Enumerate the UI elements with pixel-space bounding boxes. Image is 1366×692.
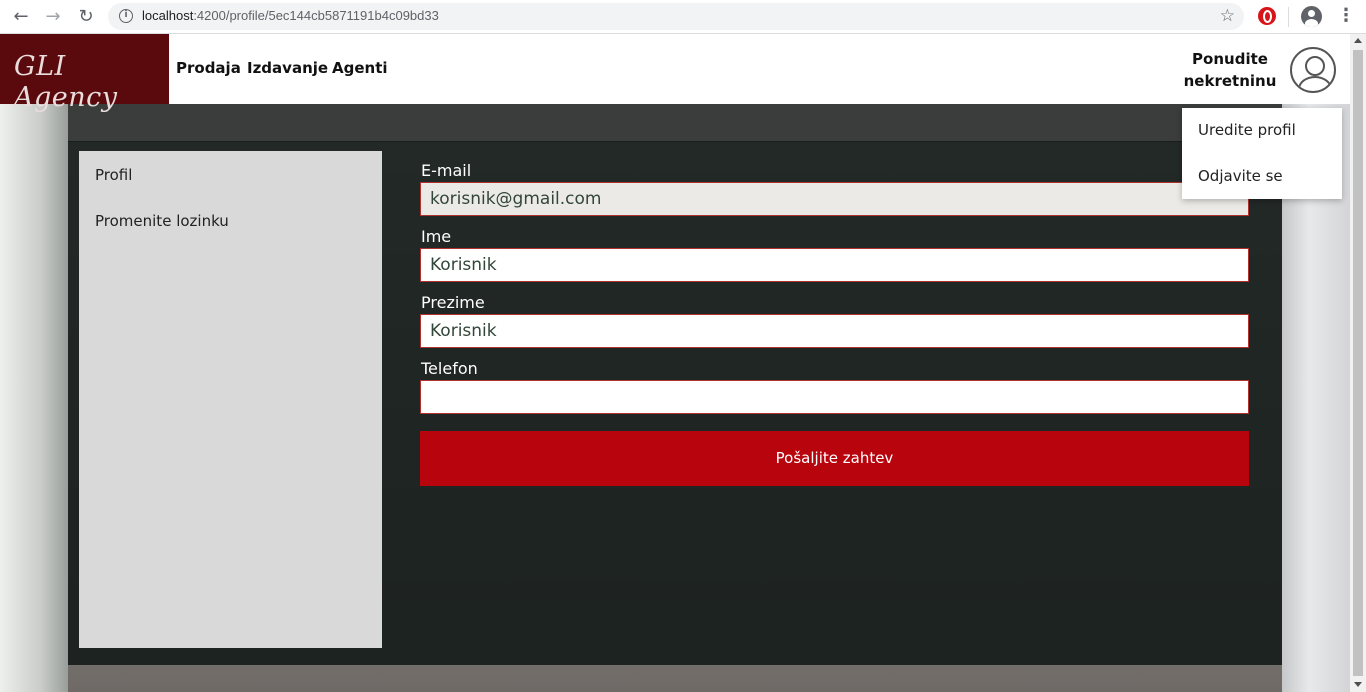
nav-link-agenti[interactable]: Agenti (332, 59, 388, 77)
scroll-up-arrow-icon[interactable] (1354, 38, 1362, 43)
profile-dropdown-menu: Uredite profil Odjavite se (1182, 108, 1342, 199)
offer-property-link[interactable]: Ponudite nekretninu (1176, 48, 1284, 92)
menu-item-logout[interactable]: Odjavite se (1198, 167, 1283, 185)
scroll-thumb[interactable] (1353, 50, 1363, 676)
submit-request-button[interactable]: Pošaljite zahtev (420, 431, 1249, 486)
last-name-field[interactable] (420, 314, 1249, 348)
page-scrollbar[interactable] (1350, 34, 1366, 692)
brand-logo[interactable]: GLI Agency (0, 34, 169, 113)
offer-line-2: nekretninu (1183, 72, 1277, 90)
info-icon[interactable]: i (119, 9, 133, 23)
sidebar-item-profile[interactable]: Profil (95, 166, 132, 184)
phone-field[interactable] (420, 380, 1249, 414)
email-label: E-mail (421, 161, 472, 180)
address-bar[interactable]: i localhost:4200/profile/5ec144cb5871191… (108, 3, 1244, 30)
forward-arrow-icon[interactable]: → (40, 4, 66, 30)
background-photo-left (0, 104, 68, 692)
toolbar-divider (1288, 7, 1289, 27)
star-icon[interactable]: ☆ (1220, 6, 1235, 26)
opera-icon[interactable] (1258, 7, 1276, 25)
user-avatar-icon[interactable] (1290, 47, 1336, 93)
browser-toolbar: ← → ↻ i localhost:4200/profile/5ec144cb5… (0, 0, 1366, 34)
reload-icon[interactable]: ↻ (73, 4, 99, 30)
scroll-down-arrow-icon[interactable] (1354, 682, 1362, 687)
url-path: :4200/profile/5ec144cb5871191b4c09bd33 (193, 8, 439, 23)
nav-link-prodaja[interactable]: Prodaja (176, 59, 241, 77)
back-arrow-icon[interactable]: ← (8, 4, 34, 30)
email-field[interactable] (420, 182, 1249, 216)
account-icon[interactable] (1301, 6, 1322, 27)
offer-line-1: Ponudite (1192, 50, 1268, 68)
url-text[interactable]: localhost:4200/profile/5ec144cb5871191b4… (142, 8, 439, 23)
profile-card: Profil Promenite lozinku E-mail Ime Prez… (68, 141, 1282, 665)
brand-text: GLI Agency (14, 51, 118, 113)
last-name-label: Prezime (421, 293, 485, 312)
nav-link-izdavanje[interactable]: Izdavanje (247, 59, 328, 77)
sidebar-item-change-password[interactable]: Promenite lozinku (95, 212, 229, 230)
profile-sidebar: Profil Promenite lozinku (79, 151, 382, 648)
first-name-field[interactable] (420, 248, 1249, 282)
page-viewport: GLI Agency Prodaja Izdavanje Agenti Ponu… (0, 34, 1350, 692)
kebab-menu-icon[interactable]: ⋮ (1337, 5, 1355, 27)
site-navbar: GLI Agency Prodaja Izdavanje Agenti Ponu… (0, 34, 1350, 113)
background-photo-ceiling (60, 102, 1300, 142)
url-host: localhost (142, 8, 194, 23)
first-name-label: Ime (421, 227, 452, 246)
phone-label: Telefon (421, 359, 478, 378)
menu-item-edit-profile[interactable]: Uredite profil (1198, 121, 1296, 139)
